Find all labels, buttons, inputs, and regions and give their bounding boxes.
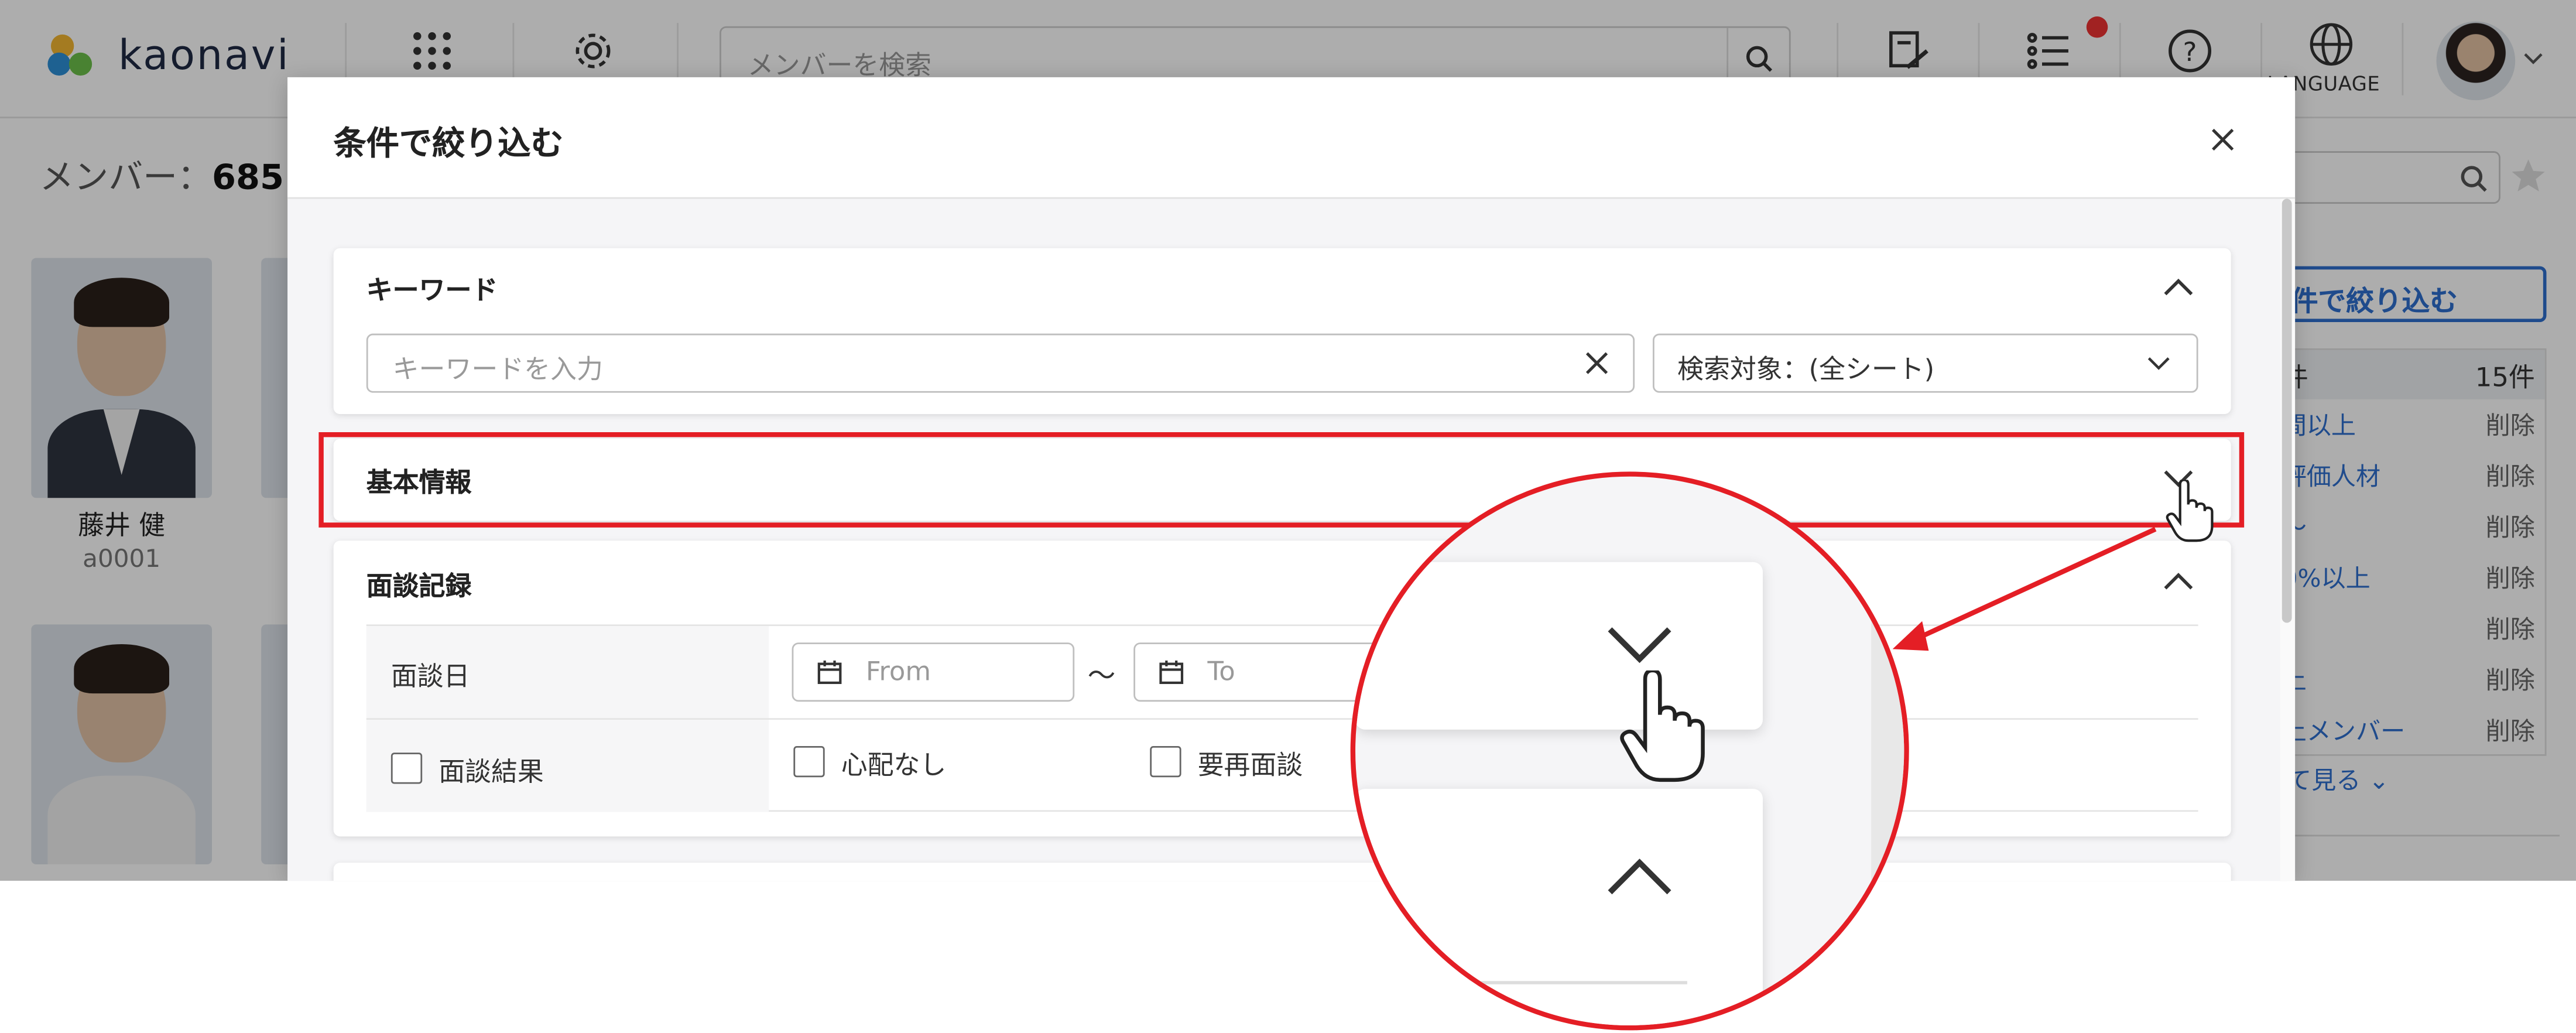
zoomed-interview-card — [1355, 788, 1763, 1026]
screenshot-stage: kaonavi メンバーを検索 ? LANGUAGE メンバー：685 藤井 健… — [0, 0, 2576, 1032]
chevron-down-icon — [1608, 627, 1671, 663]
callout-arrow — [1892, 526, 2157, 651]
zoomed-divider — [1454, 981, 1687, 984]
arrow-line — [1917, 526, 2157, 640]
zoom-magnifier — [1350, 471, 1909, 1031]
chevron-up-icon — [1608, 858, 1671, 895]
zoomed-scrollbar — [1871, 476, 1904, 1026]
pointer-hand-icon — [1620, 670, 1705, 782]
